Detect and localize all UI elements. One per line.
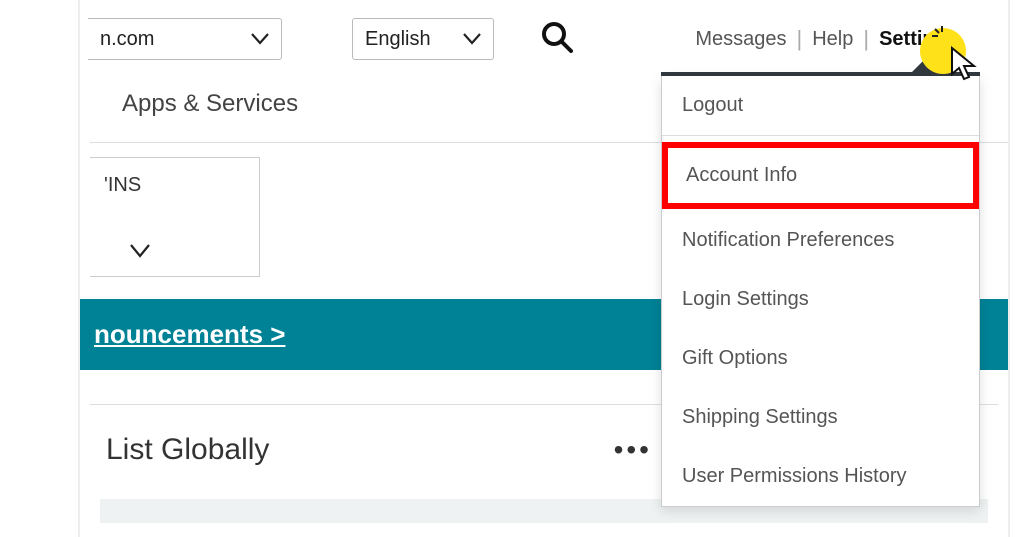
menu-item-shipping-settings[interactable]: Shipping Settings: [662, 388, 979, 447]
menu-item-label: Account Info: [686, 164, 797, 186]
chevron-down-icon: [251, 28, 269, 51]
language-label: English: [365, 28, 431, 51]
filter-box[interactable]: 'INS: [90, 157, 260, 277]
click-lines-icon: [932, 26, 952, 49]
settings-dropdown-menu: Logout Account Info Notification Prefere…: [661, 76, 980, 507]
search-icon[interactable]: [540, 20, 574, 59]
filter-text: 'INS: [104, 174, 141, 196]
menu-item-login-settings[interactable]: Login Settings: [662, 270, 979, 329]
marketplace-label: n.com: [100, 28, 154, 51]
subnav-apps-label: Apps & Services: [122, 90, 298, 117]
menu-item-gift-options[interactable]: Gift Options: [662, 329, 979, 388]
menu-item-notification-preferences[interactable]: Notification Preferences: [662, 211, 979, 270]
language-dropdown[interactable]: English: [352, 18, 494, 60]
help-link[interactable]: Help: [802, 28, 863, 51]
cursor-icon: [950, 46, 980, 87]
messages-link[interactable]: Messages: [685, 28, 796, 51]
menu-item-user-permissions-history[interactable]: User Permissions History: [662, 447, 979, 506]
announcements-text: nouncements >: [94, 319, 285, 349]
menu-item-label: Gift Options: [682, 347, 788, 369]
menu-item-label: Login Settings: [682, 288, 809, 310]
menu-item-label: Logout: [682, 94, 743, 116]
menu-item-label: Shipping Settings: [682, 406, 838, 428]
chevron-down-icon: [463, 28, 481, 51]
menu-item-logout[interactable]: Logout: [662, 76, 979, 136]
menu-item-label: Notification Preferences: [682, 229, 894, 251]
menu-top-bar: [661, 72, 980, 76]
menu-item-label: User Permissions History: [682, 465, 906, 487]
chevron-down-icon: [130, 241, 150, 264]
marketplace-dropdown[interactable]: n.com: [88, 18, 282, 60]
menu-item-account-info[interactable]: Account Info: [662, 142, 979, 209]
card-title: List Globally: [106, 433, 269, 467]
